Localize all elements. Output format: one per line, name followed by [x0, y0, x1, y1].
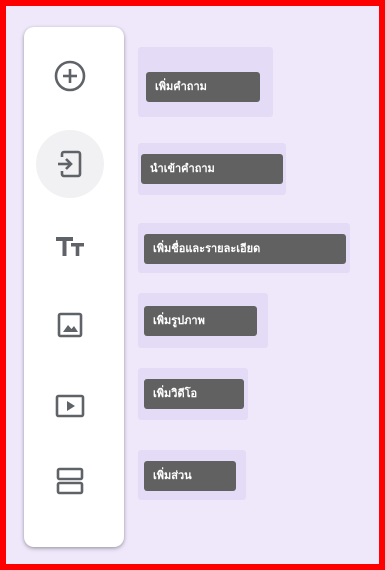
section-icon: [56, 467, 84, 495]
add-title-button[interactable]: [36, 212, 104, 280]
tooltip-add-video: เพิ่มวิดีโอ: [144, 379, 244, 409]
image-icon: [57, 312, 83, 338]
tooltip-add-image: เพิ่มรูปภาพ: [144, 306, 257, 336]
add-section-button[interactable]: [36, 447, 104, 515]
tooltip-add-section: เพิ่มส่วน: [144, 461, 236, 491]
tooltip-add-question: เพิ่มคำถาม: [146, 72, 260, 102]
tooltip-add-title: เพิ่มชื่อและรายละเอียด: [144, 234, 346, 264]
add-circle-icon: [54, 60, 86, 92]
add-question-button[interactable]: [36, 42, 104, 110]
import-question-button[interactable]: [36, 130, 104, 198]
video-icon: [55, 394, 85, 418]
floating-toolbar: [24, 27, 124, 547]
import-question-icon: [58, 150, 82, 178]
add-image-button[interactable]: [36, 291, 104, 359]
add-video-button[interactable]: [36, 372, 104, 440]
title-text-icon: [56, 237, 84, 256]
tooltip-import-question: นำเข้าคำถาม: [141, 154, 283, 184]
